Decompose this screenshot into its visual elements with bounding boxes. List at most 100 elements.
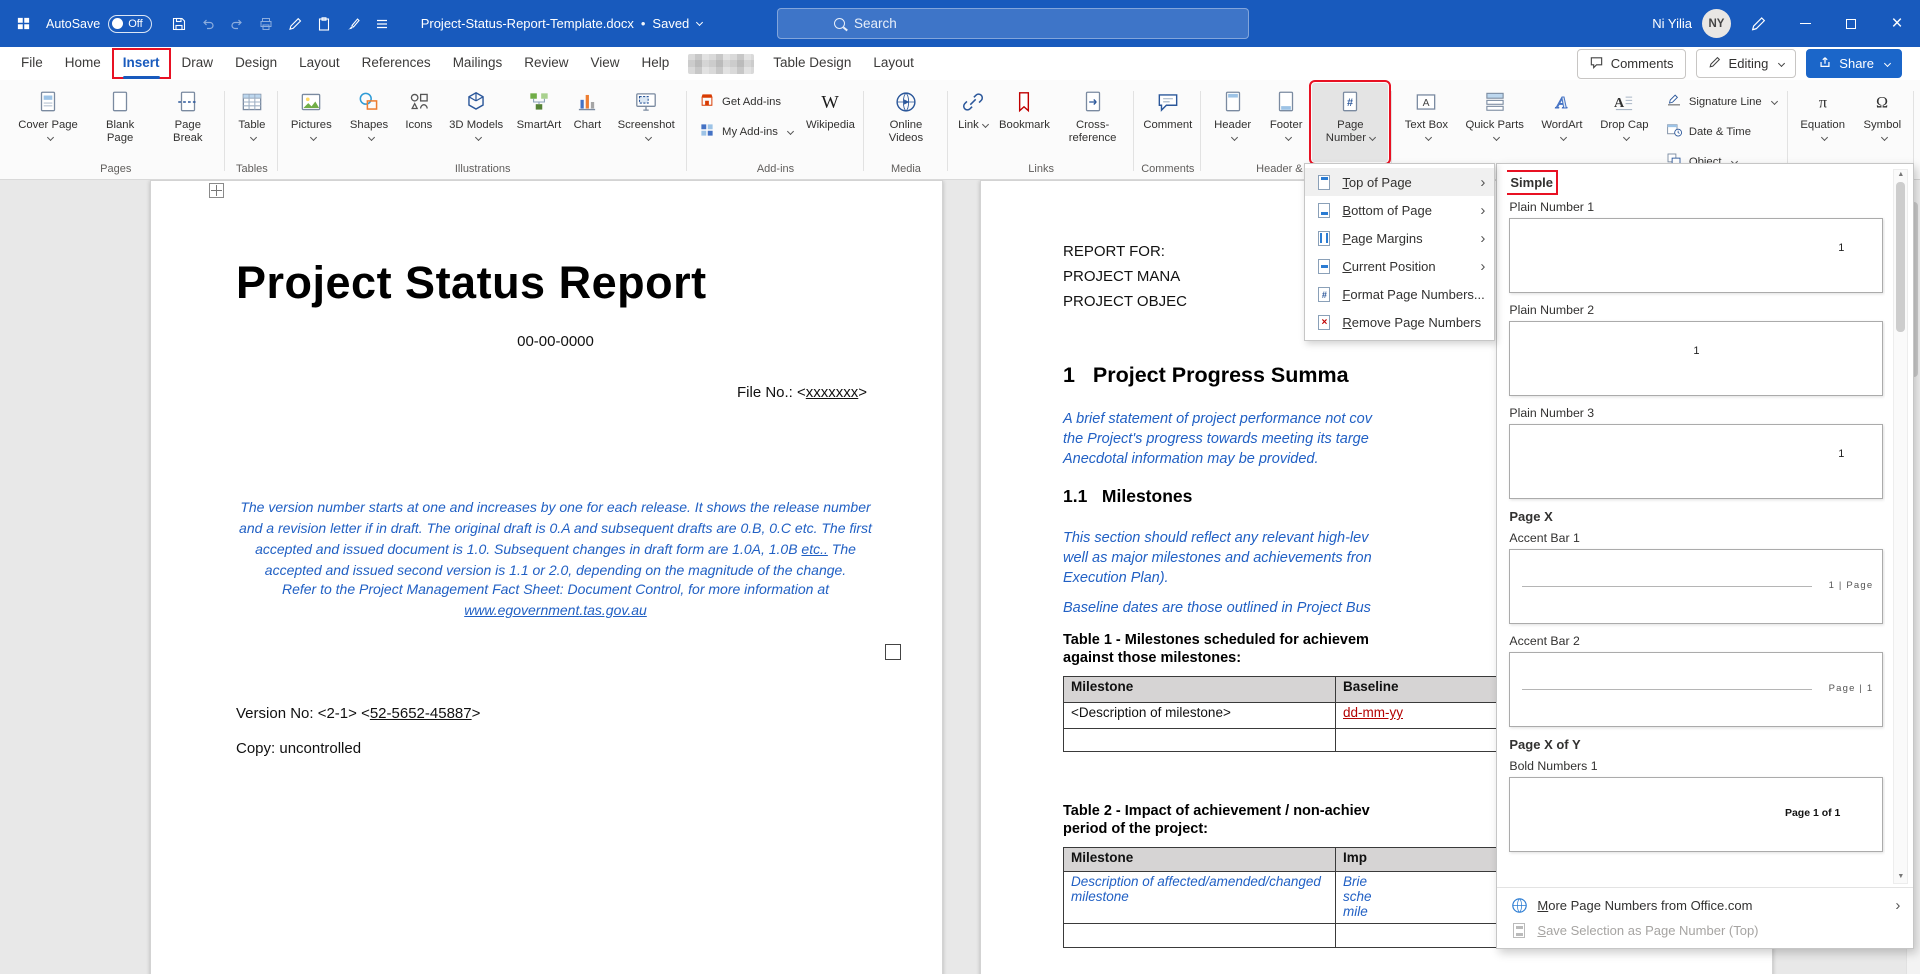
signature-line-icon [1665, 91, 1683, 112]
gallery-scrollbar[interactable] [1893, 169, 1908, 884]
editing-button[interactable]: Editing [1696, 49, 1797, 78]
screenshot-icon [633, 87, 659, 117]
doc-version-line: Version No: <2-1> <52-5652-45887> [236, 705, 480, 722]
format-brush-button[interactable] [340, 11, 366, 37]
cross-reference-icon [1080, 87, 1106, 117]
ribbon-button-smartart[interactable]: SmartArt [512, 83, 565, 162]
ribbon-button-cross-reference[interactable]: Cross-reference [1055, 83, 1130, 162]
doc-title-text: Project-Status-Report-Template.docx [421, 16, 634, 31]
ribbon-button-table[interactable]: Table [229, 83, 274, 162]
close-button[interactable] [1874, 0, 1920, 47]
gallery-item-plain-number-2[interactable]: 1 [1509, 321, 1883, 396]
search-input[interactable]: Search [777, 8, 1249, 39]
tab-references[interactable]: References [351, 48, 442, 79]
word-app-icon[interactable] [10, 16, 36, 31]
ribbon-button-drop-cap[interactable]: ADrop Cap [1592, 83, 1657, 175]
tab-design[interactable]: Design [224, 48, 288, 79]
customize-toolbar-menu-icon[interactable] [369, 11, 395, 37]
tab-layout-contextual[interactable]: Layout [862, 48, 925, 79]
ribbon-button-wordart[interactable]: AWordArt [1533, 83, 1591, 175]
menu-item-current-position[interactable]: Current Position [1305, 252, 1494, 280]
ribbon-button-screenshot[interactable]: Screenshot [609, 83, 683, 162]
ribbon-group-label-media: Media [868, 162, 944, 179]
ribbon-button-blank-page[interactable]: Blank Page [87, 83, 153, 162]
print-button[interactable] [253, 11, 279, 37]
ribbon-button-shapes[interactable]: Shapes [341, 83, 397, 162]
menu-format-page-numbers-icon: # [1314, 287, 1334, 302]
document-title[interactable]: Project-Status-Report-Template.docx • Sa… [421, 16, 703, 31]
ribbon-group-label-add-ins: Add-ins [691, 162, 860, 179]
ribbon-button-signature-line[interactable]: Signature Line [1658, 88, 1784, 115]
gallery-item-accent-bar-2[interactable]: Page | 1 [1509, 652, 1883, 727]
ribbon-group-label-tables: Tables [229, 162, 274, 179]
tab-review[interactable]: Review [513, 48, 579, 79]
tab-draw[interactable]: Draw [171, 48, 225, 79]
editor-pen-button[interactable] [282, 11, 308, 37]
ribbon-button-wikipedia[interactable]: WWikipedia [801, 83, 860, 162]
ribbon-button-get-add-ins[interactable]: Get Add-ins [691, 88, 800, 115]
cover-page-icon [35, 87, 61, 117]
table-move-handle-icon[interactable] [209, 183, 224, 198]
ribbon-button-header[interactable]: Header [1205, 83, 1260, 162]
ribbon-button-quick-parts[interactable]: Quick Parts [1457, 83, 1531, 175]
gallery-item-plain-number-1[interactable]: 1 [1509, 218, 1883, 293]
autosave-toggle[interactable]: Off [108, 15, 151, 33]
ribbon-button-text-box[interactable]: AText Box [1396, 83, 1456, 175]
shapes-icon [356, 87, 382, 117]
ribbon-button-cover-page[interactable]: Cover Page [10, 83, 86, 162]
ribbon-button-3d-models[interactable]: 3D Models [441, 83, 512, 162]
empty-checkbox[interactable] [885, 644, 901, 660]
gallery-footer-more-page-numbers-from-office-com[interactable]: More Page Numbers from Office.com [1497, 893, 1913, 918]
icons-icon [406, 87, 432, 117]
tab-view[interactable]: View [579, 48, 630, 79]
scroll-down-icon[interactable] [1897, 872, 1904, 882]
gallery-item-accent-bar-1[interactable]: 1 | Page [1509, 549, 1883, 624]
tab-layout[interactable]: Layout [288, 48, 351, 79]
scrollbar-thumb[interactable] [1896, 182, 1905, 332]
footer-icon [1273, 87, 1299, 117]
ribbon-button-date-time[interactable]: Date & Time [1658, 118, 1784, 145]
redo-button[interactable] [224, 11, 250, 37]
ink-pen-icon[interactable] [1745, 10, 1772, 37]
ribbon-button-chart[interactable]: Chart [566, 83, 608, 162]
ribbon-button-my-add-ins[interactable]: My Add-ins [691, 118, 800, 145]
tab-file[interactable]: File [10, 48, 54, 79]
save-button[interactable] [166, 11, 192, 37]
svg-text:#: # [1347, 97, 1353, 109]
tab-blurred[interactable] [688, 54, 754, 74]
chevron-down-icon [368, 134, 375, 141]
toggle-knob-icon [112, 18, 123, 29]
tab-home[interactable]: Home [54, 48, 112, 79]
ribbon-button-online-videos[interactable]: Online Videos [868, 83, 944, 162]
maximize-button[interactable] [1828, 0, 1874, 47]
tab-help[interactable]: Help [631, 48, 681, 79]
document-page-1[interactable]: Project Status Report 00-00-0000 File No… [150, 180, 943, 974]
ribbon-button-equation[interactable]: πEquation [1792, 83, 1854, 162]
gallery-item-bold-numbers-1[interactable]: Page 1 of 1 [1509, 777, 1883, 852]
gallery-item-plain-number-3[interactable]: 1 [1509, 424, 1883, 499]
avatar[interactable]: NY [1702, 9, 1731, 38]
ribbon-button-footer[interactable]: Footer [1261, 83, 1311, 162]
clipboard-button[interactable] [311, 11, 337, 37]
ribbon-button-page-break[interactable]: Page Break [154, 83, 221, 162]
scroll-up-icon[interactable] [1897, 170, 1904, 180]
menu-item-top-of-page[interactable]: Top of Page [1305, 168, 1494, 196]
ribbon-button-link[interactable]: Link [952, 83, 994, 162]
tab-table-design-contextual[interactable]: Table Design [762, 48, 862, 79]
ribbon-button-bookmark[interactable]: Bookmark [995, 83, 1054, 162]
ribbon-button-comment[interactable]: Comment [1138, 83, 1197, 162]
menu-item-bottom-of-page[interactable]: Bottom of Page [1305, 196, 1494, 224]
tab-insert[interactable]: Insert [112, 48, 171, 79]
ribbon-button-symbol[interactable]: ΩSymbol [1855, 83, 1910, 162]
comments-button[interactable]: Comments [1577, 49, 1686, 79]
ribbon-button-pictures[interactable]: Pictures [282, 83, 340, 162]
menu-item-page-margins[interactable]: Page Margins [1305, 224, 1494, 252]
share-button[interactable]: Share [1806, 49, 1902, 78]
minimize-button[interactable] [1782, 0, 1828, 47]
ribbon-button-icons[interactable]: Icons [398, 83, 440, 162]
menu-item-remove-page-numbers[interactable]: ×Remove Page Numbers [1305, 308, 1494, 336]
ribbon-button-page-number[interactable]: #Page NumberTop of PageBottom of PagePag… [1312, 83, 1388, 162]
menu-item-format-page-numbers[interactable]: #Format Page Numbers... [1305, 280, 1494, 308]
undo-button[interactable] [195, 11, 221, 37]
tab-mailings[interactable]: Mailings [442, 48, 514, 79]
